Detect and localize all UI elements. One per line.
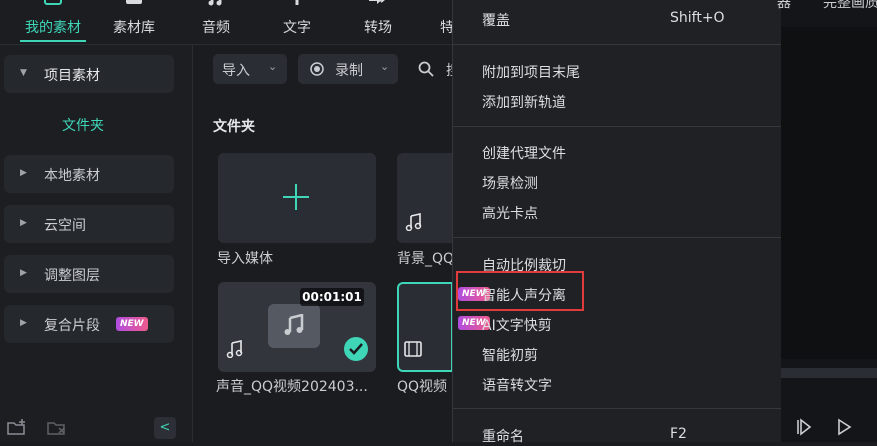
tab-label: 我的素材 [25, 20, 81, 36]
video-icon [404, 341, 422, 357]
preview-tab[interactable]: 器 [777, 0, 791, 12]
menu-item-rename[interactable]: 重命名 [482, 426, 524, 446]
audio-thumbnail [268, 304, 320, 348]
media-card-label: QQ视频 [397, 379, 448, 395]
chevron-down-icon: ⌄ [268, 60, 278, 73]
tab-label: 转场 [364, 20, 392, 36]
search-icon[interactable] [418, 61, 434, 77]
preview-canvas [781, 27, 877, 359]
sidebar-folder-item[interactable]: 文件夹 [62, 115, 104, 135]
tab-label: 文字 [283, 20, 311, 36]
import-media-card[interactable] [218, 153, 376, 243]
text-icon [295, 0, 299, 5]
chevron-right-icon: ▶ [20, 168, 27, 178]
menu-divider [453, 237, 781, 238]
sidebar-item-label: 项目素材 [44, 68, 100, 84]
chevron-down-icon: ⌄ [380, 60, 390, 73]
music-note-icon [405, 213, 422, 231]
preview-panel: 器 完整画质 [777, 0, 877, 442]
sidebar-item-label: 本地素材 [44, 168, 100, 184]
import-label: 导入 [222, 63, 250, 79]
media-card-audio-clip[interactable]: 00:01:01 [218, 282, 376, 372]
media-sidebar: ▼ 项目素材 文件夹 ▶ 本地素材 ▶ 云空间 ▶ 调整图层 ▶ 复合片段 NE… [0, 45, 193, 442]
menu-item-append-to-end[interactable]: 附加到项目末尾 [482, 62, 580, 82]
media-card-label: 导入媒体 [217, 251, 273, 267]
tab-text[interactable]: 文字 [277, 0, 317, 44]
record-label: 录制 [335, 63, 363, 79]
record-icon [310, 62, 324, 76]
music-note-icon [226, 340, 243, 358]
music-note-icon [284, 314, 304, 335]
transition-icon [369, 0, 385, 4]
record-dropdown[interactable]: 录制 ⌄ [298, 54, 398, 84]
audio-icon [208, 0, 222, 6]
chevron-down-icon: ▼ [20, 68, 27, 78]
sidebar-item-label: 调整图层 [44, 268, 100, 284]
media-card-label: 声音_QQ视频202403... [216, 379, 368, 395]
tab-audio[interactable]: 音频 [196, 0, 236, 44]
new-badge: NEW [116, 317, 148, 331]
menu-item-add-new-track[interactable]: 添加到新轨道 [482, 92, 566, 112]
duration-badge: 00:01:01 [300, 288, 364, 306]
menu-shortcut: F2 [670, 426, 687, 442]
sidebar-item-label: 复合片段 [44, 318, 100, 334]
sidebar-item-project-media[interactable]: ▼ 项目素材 [4, 55, 174, 93]
menu-divider [453, 126, 781, 127]
sidebar-item-compound-clip[interactable]: ▶ 复合片段 NEW [4, 305, 174, 343]
tab-label: 音频 [202, 20, 230, 36]
sidebar-item-cloud[interactable]: ▶ 云空间 [4, 205, 174, 243]
active-tab-indicator [20, 40, 86, 42]
import-dropdown[interactable]: 导入 ⌄ [213, 54, 287, 84]
tab-stock-media[interactable]: 素材库 [108, 0, 160, 44]
media-card-video[interactable] [397, 282, 453, 372]
collapse-sidebar-button[interactable]: < [154, 417, 176, 439]
menu-item-create-proxy[interactable]: 创建代理文件 [482, 143, 566, 163]
sidebar-item-local-media[interactable]: ▶ 本地素材 [4, 155, 174, 193]
stock-media-icon [126, 0, 142, 4]
menu-shortcut: Shift+O [670, 10, 725, 26]
menu-item-speech-to-text[interactable]: 语音转文字 [482, 375, 552, 395]
highlight-annotation [456, 271, 584, 311]
sidebar-item-label: 云空间 [44, 218, 86, 234]
tab-label: 素材库 [113, 20, 155, 36]
menu-item-scene-detection[interactable]: 场景检测 [482, 173, 538, 193]
tab-my-media[interactable]: 我的素材 [20, 0, 86, 44]
new-folder-icon[interactable] [6, 418, 28, 438]
media-card-label: 背景_QQ [397, 251, 453, 267]
chevron-right-icon: ▶ [20, 318, 27, 328]
menu-divider [453, 44, 781, 45]
selected-check-icon [344, 337, 368, 361]
step-forward-icon[interactable] [795, 418, 813, 436]
chevron-right-icon: ▶ [20, 218, 27, 228]
quality-tab[interactable]: 完整画质 [823, 0, 877, 12]
my-media-icon [44, 0, 62, 5]
tab-transition[interactable]: 转场 [358, 0, 398, 44]
playback-progress-bar[interactable] [781, 368, 877, 378]
play-icon[interactable] [835, 418, 853, 436]
sidebar-item-adjustment-layer[interactable]: ▶ 调整图层 [4, 255, 174, 293]
menu-divider [453, 408, 781, 409]
menu-item-highlight-beat[interactable]: 高光卡点 [482, 203, 538, 223]
plus-icon [283, 184, 309, 210]
folder-section-title: 文件夹 [213, 119, 255, 135]
chevron-right-icon: ▶ [20, 268, 27, 278]
menu-item-overwrite[interactable]: 覆盖 [482, 10, 510, 30]
menu-item-ai-text-edit[interactable]: AI文字快剪 [482, 315, 552, 335]
context-menu: 覆盖 Shift+O 附加到项目末尾 添加到新轨道 创建代理文件 场景检测 高光… [452, 0, 782, 445]
media-browser: 导入 ⌄ 录制 ⌄ 搜 文件夹 导入媒体 背景_QQ 00:01:01 声音_Q… [193, 45, 453, 442]
delete-folder-icon[interactable] [46, 418, 68, 438]
media-card-background-audio[interactable] [397, 153, 453, 243]
menu-item-smart-rough-cut[interactable]: 智能初剪 [482, 345, 538, 365]
chevron-left-icon: < [159, 420, 171, 435]
